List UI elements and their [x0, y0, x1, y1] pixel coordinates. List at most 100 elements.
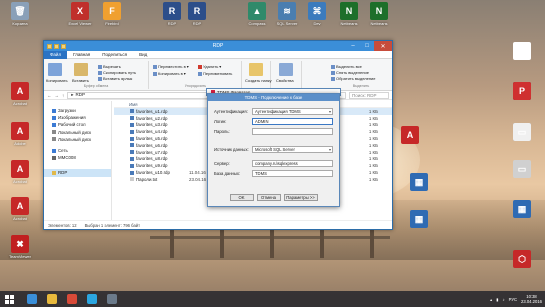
select-all-icon	[331, 64, 335, 69]
delete-button[interactable]: Удалить ▾	[198, 64, 221, 69]
desktop-icon[interactable]: ▦	[402, 210, 436, 239]
cancel-button[interactable]: Отмена	[256, 194, 281, 201]
desktop-icon[interactable]: ⬡	[505, 250, 539, 279]
app-icon: A	[11, 197, 29, 215]
cut-button[interactable]: Вырезать	[98, 64, 121, 69]
paste-button[interactable]: Вставить	[72, 78, 89, 83]
desktop-icon-label	[505, 219, 539, 229]
desktop-icon[interactable]: N Netbeans	[362, 2, 396, 31]
file-name: favorites_u1.rdp	[136, 108, 168, 114]
taskbar-ie-button[interactable]	[22, 291, 42, 307]
auth-select[interactable]: Аутентификация TDMS ▾	[252, 108, 333, 115]
parameters-button[interactable]: Параметры >>	[283, 194, 318, 201]
volume-icon[interactable]: ♪	[503, 297, 505, 302]
text-file-icon	[130, 177, 134, 182]
source-select[interactable]: Microsoft SQL Server ▾	[252, 146, 333, 153]
database-field[interactable]: TDMS	[252, 170, 333, 177]
clock[interactable]: 10:38 23.04.2016	[521, 294, 542, 304]
network-icon[interactable]: ▮	[496, 297, 498, 302]
taskbar-explorer-button[interactable]	[42, 291, 62, 307]
language-indicator[interactable]: РУС	[509, 297, 517, 302]
desktop-icon[interactable]: ▦	[402, 173, 436, 202]
nav-item[interactable]: Локальный диск	[44, 129, 111, 136]
close-button[interactable]: ✕	[374, 41, 392, 51]
desktop-icon[interactable]: ✖ TeamViewer	[3, 235, 37, 264]
tab-view[interactable]: Вид	[133, 51, 153, 59]
move-to-button[interactable]: Переместить в ▾	[153, 64, 189, 69]
desktop-icon[interactable]: A Adobe	[3, 122, 37, 151]
select-none-button[interactable]: Снять выделение	[331, 70, 369, 75]
server-label: Сервер:	[214, 161, 230, 166]
minimize-button[interactable]: –	[346, 41, 360, 51]
login-field[interactable]: ADMIN	[252, 118, 333, 125]
desktop-icon[interactable]: 🗑 Корзина	[3, 2, 37, 31]
copy-button[interactable]: Копировать	[46, 78, 68, 83]
paste-shortcut-button[interactable]: Вставить ярлык	[98, 76, 132, 81]
login-label: Логин:	[214, 119, 227, 124]
desktop-icon[interactable]: A Acrobat	[3, 160, 37, 189]
up-button[interactable]: ↑	[62, 93, 64, 98]
desktop-icon-label: Dev	[313, 21, 321, 26]
desktop-icon[interactable]: X Excel Viewer	[63, 2, 97, 31]
forward-button[interactable]: →	[55, 93, 60, 98]
rdp-file-icon	[130, 163, 134, 168]
invert-icon	[331, 76, 335, 81]
nav-item[interactable]: Загрузки	[44, 107, 111, 114]
rdp-file-icon	[130, 156, 134, 161]
nav-item[interactable]: RDP	[44, 169, 111, 177]
nav-item[interactable]: Локальный диск	[44, 136, 111, 143]
desktop-icon[interactable]: R RDP	[180, 2, 214, 31]
selection-info: Выбран 1 элемент: 796 байт	[84, 222, 141, 228]
app-icon: X	[71, 2, 89, 20]
tab-share[interactable]: Поделиться	[96, 51, 133, 59]
select-all-button[interactable]: Выделить все	[331, 64, 362, 69]
nav-item[interactable]: MMC008	[44, 154, 111, 161]
nav-item[interactable]: Сеть	[44, 147, 111, 154]
app-icon: A	[401, 126, 419, 144]
paste-icon	[74, 63, 88, 76]
new-folder-button[interactable]: Создать папку	[245, 78, 272, 83]
search-input[interactable]: Поиск: RDP	[349, 91, 389, 99]
maximize-button[interactable]: □	[360, 41, 374, 51]
copy-to-button[interactable]: Копировать в ▾	[153, 71, 186, 76]
desktop-icon-label: Корзина	[12, 21, 28, 26]
nav-item[interactable]: Рабочий стол	[44, 121, 111, 128]
desktop-icon[interactable]: N Netbeans	[332, 2, 366, 31]
desktop-icon[interactable]: ▭	[505, 160, 539, 189]
desktop-icon[interactable]: ▲ Compass	[240, 2, 274, 31]
rename-button[interactable]: Переименовать	[198, 71, 232, 76]
tray-arrow-icon[interactable]: ▴	[490, 297, 492, 302]
back-button[interactable]: ←	[47, 93, 52, 98]
nav-item[interactable]: Изображения	[44, 114, 111, 121]
desktop-icon[interactable]: F Firebird	[95, 2, 129, 31]
explorer-titlebar[interactable]: RDP – □ ✕	[44, 41, 392, 51]
file-name: favorites_u6.rdp	[136, 142, 168, 148]
desktop-icon[interactable]: A Acrobat	[3, 197, 37, 226]
desktop-icon[interactable]: ▭	[505, 123, 539, 152]
desktop-icon[interactable]: P	[505, 82, 539, 111]
copy-path-button[interactable]: Скопировать путь	[98, 70, 136, 75]
desktop-icon[interactable]: A	[393, 126, 427, 155]
desktop-icon[interactable]: A Acrobat	[3, 82, 37, 111]
server-field[interactable]: company.ru\sqlexpress	[252, 160, 333, 167]
rdp-file-icon	[130, 170, 134, 175]
properties-button[interactable]: Свойства	[276, 78, 294, 83]
app-icon: N	[370, 2, 388, 20]
taskbar-chrome-button[interactable]	[62, 291, 82, 307]
desktop-icon[interactable]: ▢	[505, 42, 539, 71]
status-bar: Элементов: 12 Выбран 1 элемент: 796 байт	[44, 220, 392, 229]
desktop-icon-label: Firebird	[105, 21, 119, 26]
start-button[interactable]	[0, 291, 18, 307]
desktop-icon[interactable]: ⌘ Dev	[300, 2, 334, 31]
taskbar-skype-button[interactable]	[82, 291, 102, 307]
desktop-icon[interactable]: ≋ SQL Server	[270, 2, 304, 31]
taskbar-tdms-button[interactable]	[102, 291, 122, 307]
nav-item-label: MMC008	[58, 155, 76, 161]
tab-file[interactable]: Файл	[44, 50, 68, 59]
password-field[interactable]	[252, 128, 333, 135]
desktop-icon-label: Compass	[248, 21, 266, 26]
tab-home[interactable]: Главная	[67, 51, 96, 59]
desktop-icon[interactable]: ▦	[505, 200, 539, 229]
invert-selection-button[interactable]: Обратить выделение	[331, 76, 376, 81]
ok-button[interactable]: OK	[229, 194, 254, 201]
